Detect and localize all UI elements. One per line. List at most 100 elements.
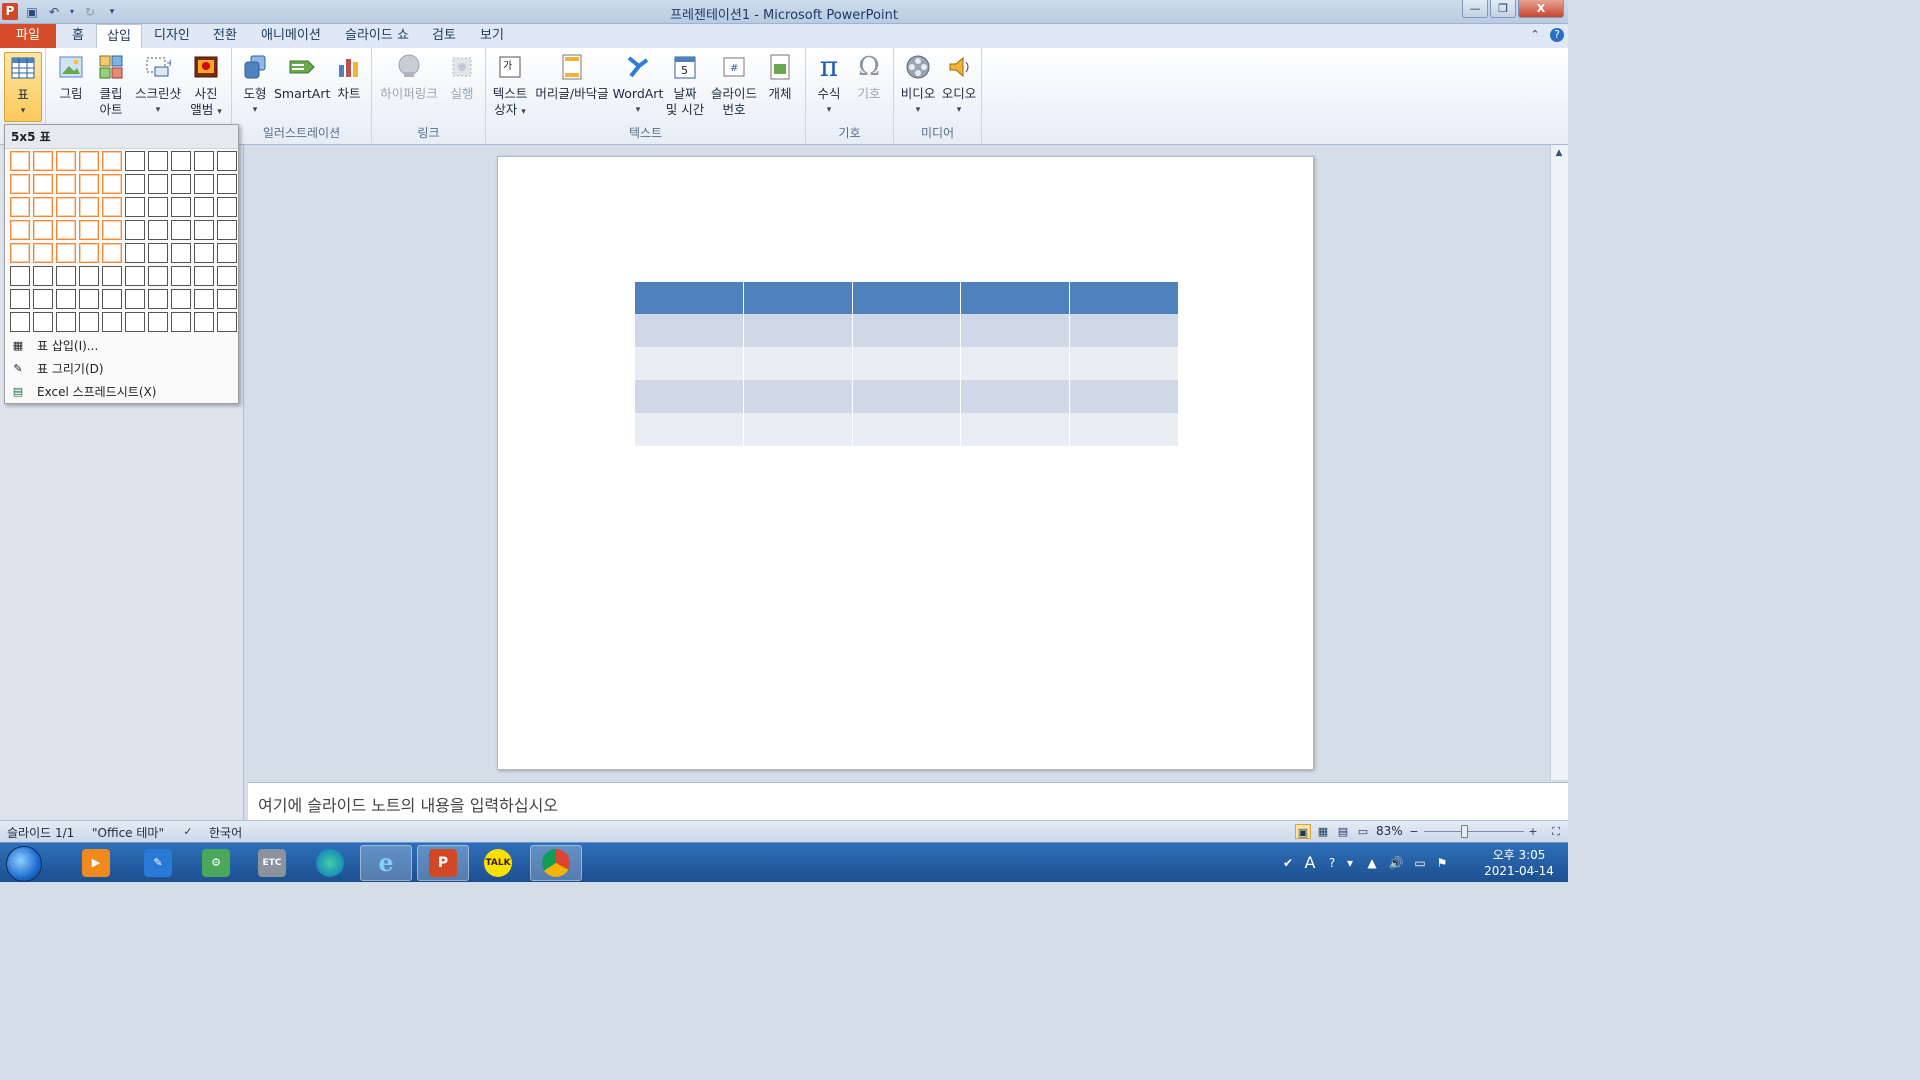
- ime-mode-icon[interactable]: A: [1302, 855, 1318, 871]
- grid-cell[interactable]: [216, 196, 237, 217]
- volume-icon[interactable]: 🔊: [1388, 855, 1404, 871]
- tools-app[interactable]: ⚙: [190, 845, 242, 881]
- datetime-button[interactable]: 5 날짜 및 시간: [664, 52, 706, 118]
- grid-cell[interactable]: [78, 196, 99, 217]
- table-cell[interactable]: [961, 380, 1070, 413]
- grid-cell[interactable]: [124, 265, 145, 286]
- grid-cell[interactable]: [78, 311, 99, 332]
- table-cell[interactable]: [635, 314, 743, 347]
- grid-cell[interactable]: [216, 219, 237, 240]
- picture-button[interactable]: 그림: [52, 52, 90, 102]
- language-indicator[interactable]: 한국어: [209, 824, 242, 841]
- zoom-level[interactable]: 83%: [1376, 824, 1403, 838]
- audio-button[interactable]: 오디오 ▾: [940, 52, 978, 118]
- zoom-slider-track[interactable]: [1424, 831, 1524, 832]
- table-cell[interactable]: [743, 314, 852, 347]
- grid-cell[interactable]: [147, 196, 168, 217]
- grid-cell[interactable]: [216, 311, 237, 332]
- grid-cell[interactable]: [101, 219, 122, 240]
- grid-cell[interactable]: [101, 173, 122, 194]
- network-icon[interactable]: ▭: [1412, 855, 1428, 871]
- wordart-button[interactable]: WordArt ▾: [612, 52, 664, 118]
- shapes-button[interactable]: 도형 ▾: [238, 52, 272, 118]
- ime-options-icon[interactable]: ▾: [1342, 855, 1358, 871]
- table-cell[interactable]: [1070, 314, 1178, 347]
- table-header-cell[interactable]: [743, 282, 852, 314]
- grid-cell[interactable]: [216, 150, 237, 171]
- show-hidden-icons-icon[interactable]: ▲: [1364, 855, 1380, 871]
- grid-cell[interactable]: [193, 288, 214, 309]
- system-clock[interactable]: 오후 3:05 2021-04-14: [1484, 847, 1554, 879]
- smartart-button[interactable]: SmartArt: [274, 52, 330, 102]
- excel-spreadsheet-menu-item[interactable]: ▤ Excel 스프레드시트(X): [5, 381, 238, 403]
- grid-cell[interactable]: [170, 196, 191, 217]
- grid-cell[interactable]: [193, 173, 214, 194]
- grid-cell[interactable]: [78, 150, 99, 171]
- equation-button[interactable]: π 수식 ▾: [812, 52, 846, 118]
- table-cell[interactable]: [1070, 413, 1178, 446]
- grid-cell[interactable]: [32, 311, 53, 332]
- help-icon[interactable]: ?: [1550, 28, 1564, 42]
- tab-animations[interactable]: 애니메이션: [251, 24, 331, 48]
- edge-app[interactable]: [304, 845, 356, 881]
- draw-table-menu-item[interactable]: ✎ 표 그리기(D): [5, 358, 238, 380]
- table-header-cell[interactable]: [852, 282, 961, 314]
- minimize-button[interactable]: —: [1462, 0, 1488, 18]
- screenshot-button[interactable]: + 스크린샷 ▾: [132, 52, 184, 118]
- photo-album-button[interactable]: 사진 앨범 ▾: [186, 52, 226, 120]
- start-button[interactable]: [6, 846, 42, 882]
- reading-view-icon[interactable]: ▤: [1335, 824, 1351, 839]
- grid-cell[interactable]: [55, 150, 76, 171]
- powerpoint-app[interactable]: P: [417, 845, 469, 881]
- grid-cell[interactable]: [9, 219, 30, 240]
- header-footer-button[interactable]: 머리글/바닥글: [532, 52, 612, 102]
- grid-cell[interactable]: [78, 242, 99, 263]
- grid-cell[interactable]: [147, 219, 168, 240]
- tab-transitions[interactable]: 전환: [203, 24, 247, 48]
- tab-review[interactable]: 검토: [422, 24, 466, 48]
- insert-table-menu-item[interactable]: ▦ 표 삽입(I)...: [5, 335, 238, 357]
- grid-cell[interactable]: [101, 265, 122, 286]
- table-header-cell[interactable]: [1070, 282, 1178, 314]
- grid-cell[interactable]: [124, 150, 145, 171]
- notes-pane[interactable]: 여기에 슬라이드 노트의 내용을 입력하십시오: [248, 782, 1568, 820]
- slide-table[interactable]: [634, 282, 1179, 446]
- tab-file[interactable]: 파일: [0, 24, 56, 48]
- table-grid-picker[interactable]: [8, 149, 238, 333]
- grid-cell[interactable]: [9, 242, 30, 263]
- kakaotalk-app[interactable]: TALK: [472, 845, 524, 881]
- grid-cell[interactable]: [9, 173, 30, 194]
- grid-cell[interactable]: [9, 150, 30, 171]
- slide-number-button[interactable]: # 슬라이드 번호: [708, 52, 760, 118]
- grid-cell[interactable]: [101, 311, 122, 332]
- grid-cell[interactable]: [124, 288, 145, 309]
- table-cell[interactable]: [743, 347, 852, 380]
- grid-cell[interactable]: [147, 173, 168, 194]
- table-cell[interactable]: [743, 413, 852, 446]
- table-header-cell[interactable]: [635, 282, 743, 314]
- slide-canvas[interactable]: [497, 156, 1314, 770]
- grid-cell[interactable]: [55, 311, 76, 332]
- close-button[interactable]: X: [1518, 0, 1564, 18]
- table-cell[interactable]: [852, 413, 961, 446]
- zoom-in-button[interactable]: +: [1525, 824, 1541, 839]
- grid-cell[interactable]: [124, 196, 145, 217]
- grid-cell[interactable]: [170, 219, 191, 240]
- chat-app[interactable]: ✎: [132, 845, 184, 881]
- grid-cell[interactable]: [170, 242, 191, 263]
- grid-cell[interactable]: [193, 242, 214, 263]
- grid-cell[interactable]: [193, 150, 214, 171]
- media-player-app[interactable]: ▶: [70, 845, 122, 881]
- grid-cell[interactable]: [216, 242, 237, 263]
- object-button[interactable]: 개체: [762, 52, 798, 102]
- grid-cell[interactable]: [32, 173, 53, 194]
- grid-cell[interactable]: [55, 265, 76, 286]
- grid-cell[interactable]: [193, 311, 214, 332]
- grid-cell[interactable]: [32, 219, 53, 240]
- grid-cell[interactable]: [32, 242, 53, 263]
- normal-view-icon[interactable]: ▣: [1295, 824, 1311, 839]
- grid-cell[interactable]: [32, 288, 53, 309]
- grid-cell[interactable]: [55, 173, 76, 194]
- grid-cell[interactable]: [170, 265, 191, 286]
- tab-view[interactable]: 보기: [470, 24, 514, 48]
